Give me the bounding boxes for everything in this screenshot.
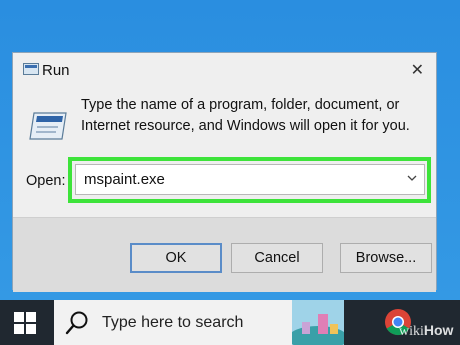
search-icon bbox=[65, 311, 88, 335]
wikihow-watermark: wikiHow bbox=[399, 322, 453, 340]
close-icon[interactable]: ✕ bbox=[411, 60, 424, 80]
run-icon bbox=[23, 63, 39, 75]
open-label: Open: bbox=[26, 173, 66, 189]
search-placeholder: Type here to search bbox=[102, 314, 244, 331]
ok-button[interactable]: OK bbox=[130, 243, 222, 273]
taskbar: Type here to search bbox=[0, 300, 460, 345]
search-highlight-illustration bbox=[292, 300, 344, 345]
dialog-description: Type the name of a program, folder, docu… bbox=[81, 95, 421, 137]
title-bar[interactable]: Run ✕ bbox=[13, 53, 436, 87]
run-dialog: Run ✕ Type the name of a program, folder… bbox=[12, 52, 437, 292]
cancel-button[interactable]: Cancel bbox=[231, 243, 323, 273]
taskbar-search-box[interactable]: Type here to search bbox=[54, 300, 344, 345]
watermark-suffix: How bbox=[423, 322, 454, 338]
description-line: Type the name of a program, folder, docu… bbox=[81, 97, 400, 113]
run-program-icon bbox=[29, 112, 67, 140]
windows-start-icon[interactable] bbox=[14, 312, 36, 334]
description-line: Internet resource, and Windows will open… bbox=[81, 118, 410, 134]
watermark-prefix: wiki bbox=[399, 324, 424, 339]
input-highlight bbox=[68, 157, 431, 203]
browse-button[interactable]: Browse... bbox=[340, 243, 432, 273]
dialog-title: Run bbox=[42, 62, 70, 79]
button-bar: OK Cancel Browse... bbox=[13, 217, 436, 292]
